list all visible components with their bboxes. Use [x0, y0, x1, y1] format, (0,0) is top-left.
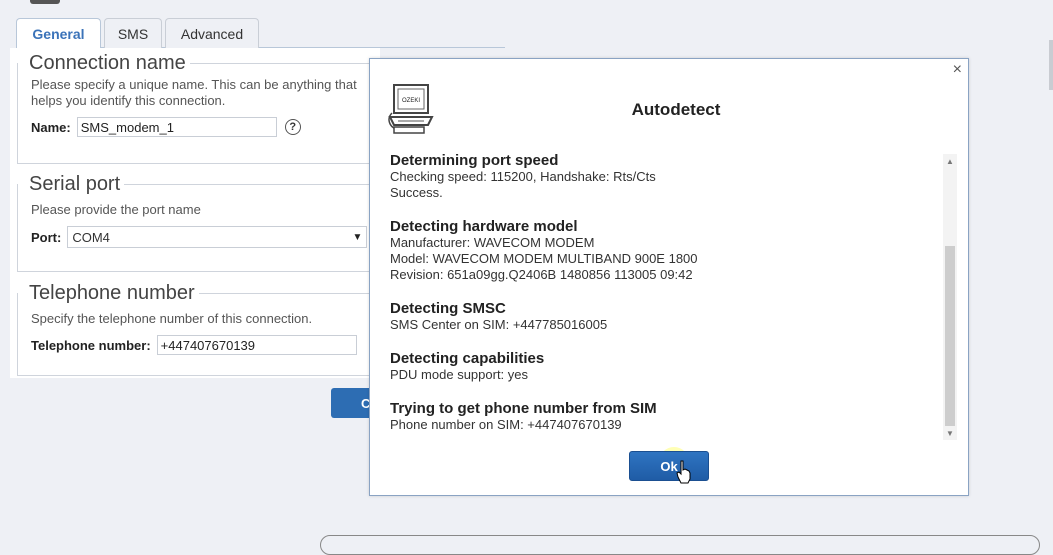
section-heading: Trying to get phone number from SIM — [390, 400, 657, 417]
serial-port-hint: Please provide the port name — [31, 202, 201, 217]
ok-button[interactable]: Ok — [629, 451, 709, 481]
port-label: Port: — [31, 229, 62, 245]
log-section: Detecting hardware model Manufacturer: W… — [390, 218, 940, 283]
tab-sms[interactable]: SMS — [104, 18, 162, 48]
telephone-input[interactable] — [156, 335, 357, 355]
hand-cursor-icon — [676, 460, 691, 484]
app-icon-fragment — [30, 0, 60, 4]
bottom-panel-edge — [320, 535, 1040, 555]
port-select[interactable]: COM4 ▼ — [67, 226, 368, 248]
dropdown-arrow-icon: ▼ — [352, 231, 363, 243]
connection-name-group: Connection name Please specify a unique … — [17, 52, 382, 164]
tab-bar: General SMS Advanced — [16, 18, 505, 49]
section-line: Success. — [390, 185, 443, 200]
telephone-number-group: Telephone number Specify the telephone n… — [17, 282, 382, 376]
close-icon[interactable]: × — [953, 61, 962, 79]
log-section: Detecting SMSC SMS Center on SIM: +44778… — [390, 300, 940, 333]
help-icon[interactable]: ? — [284, 119, 301, 135]
telephone-hint: Specify the telephone number of this con… — [31, 311, 313, 326]
section-line: Revision: 651a09gg.Q2406B 1480856 113005… — [390, 267, 693, 282]
port-value: COM4 — [72, 229, 110, 245]
scroll-thumb[interactable] — [945, 246, 955, 426]
section-line: Phone number on SIM: +447407670139 — [390, 417, 622, 432]
section-line: Model: WAVECOM MODEM MULTIBAND 900E 1800 — [390, 251, 698, 266]
section-line: PDU mode support: yes — [390, 367, 529, 382]
autodetect-dialog: × OZEKI Autodetect Determining port spee… — [369, 58, 969, 496]
name-input[interactable] — [76, 117, 277, 137]
connection-name-legend: Connection name — [29, 52, 186, 74]
connection-name-hint: Please specify a unique name. This can b… — [31, 77, 357, 108]
telephone-number-legend: Telephone number — [29, 282, 195, 304]
section-line: SMS Center on SIM: +447785016005 — [390, 317, 608, 332]
serial-port-legend: Serial port — [29, 173, 121, 195]
section-line: Checking speed: 115200, Handshake: Rts/C… — [390, 169, 656, 184]
telephone-label: Telephone number: — [31, 337, 151, 353]
log-section: Detecting capabilities PDU mode support:… — [390, 350, 940, 383]
name-label: Name: — [31, 119, 71, 135]
scroll-up-icon[interactable]: ▲ — [943, 154, 957, 168]
section-heading: Detecting hardware model — [390, 218, 578, 235]
section-heading: Determining port speed — [390, 152, 559, 169]
section-heading: Detecting capabilities — [390, 350, 545, 367]
log-section: Trying to get phone number from SIM Phon… — [390, 400, 940, 433]
background-button[interactable]: C — [331, 388, 371, 418]
autodetect-log: Determining port speed Checking speed: 1… — [390, 152, 940, 448]
scroll-down-icon[interactable]: ▼ — [943, 426, 957, 440]
log-section: Determining port speed Checking speed: 1… — [390, 152, 940, 201]
section-line: Manufacturer: WAVECOM MODEM — [390, 235, 595, 250]
serial-port-group: Serial port Please provide the port name… — [17, 173, 382, 272]
tab-general[interactable]: General — [16, 18, 101, 49]
dialog-title: Autodetect — [631, 100, 721, 119]
log-scrollbar[interactable]: ▲ ▼ — [943, 154, 957, 440]
page-scrollbar[interactable] — [1049, 40, 1053, 90]
section-heading: Detecting SMSC — [390, 300, 506, 317]
tab-advanced[interactable]: Advanced — [165, 18, 259, 48]
